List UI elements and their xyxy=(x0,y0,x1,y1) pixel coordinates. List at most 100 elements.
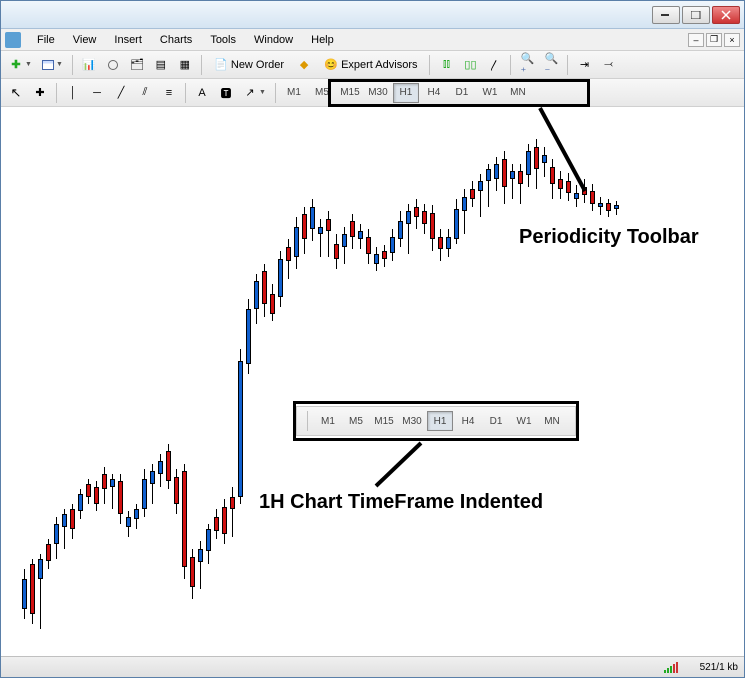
expert-advisors-button[interactable]: 😊Expert Advisors xyxy=(317,54,424,76)
cursor-button[interactable]: ↖ xyxy=(5,82,27,104)
shift-icon: ⤙ xyxy=(601,58,615,72)
vertical-line-button[interactable]: │ xyxy=(62,82,84,104)
timeframe-w1[interactable]: W1 xyxy=(477,83,503,103)
candle xyxy=(134,504,139,529)
menu-help[interactable]: Help xyxy=(303,32,342,48)
candle xyxy=(326,211,331,257)
copy-timeframe-mn: MN xyxy=(539,411,565,431)
order-icon: 📄 xyxy=(214,58,228,72)
candle xyxy=(390,229,395,261)
text-button[interactable]: A xyxy=(191,82,213,104)
mdi-restore-button[interactable]: ❐ xyxy=(706,33,722,47)
candle xyxy=(430,205,435,251)
separator xyxy=(185,83,186,103)
tester-icon: ▦ xyxy=(178,58,192,72)
timeframe-m5[interactable]: M5 xyxy=(309,83,335,103)
candle xyxy=(558,171,563,199)
copy-timeframe-w1: W1 xyxy=(511,411,537,431)
minimize-button[interactable] xyxy=(652,6,680,24)
timeframe-m15[interactable]: M15 xyxy=(337,83,363,103)
candle xyxy=(294,217,299,269)
separator xyxy=(275,83,276,103)
menu-insert[interactable]: Insert xyxy=(106,32,150,48)
copy-timeframe-h1: H1 xyxy=(427,411,453,431)
candle xyxy=(118,474,123,524)
timeframe-h1[interactable]: H1 xyxy=(393,83,419,103)
menu-charts[interactable]: Charts xyxy=(152,32,200,48)
line-icon: 〳 xyxy=(487,58,501,72)
menu-view[interactable]: View xyxy=(65,32,105,48)
navigator-button[interactable]: 🗂 xyxy=(126,54,148,76)
vline-icon: │ xyxy=(66,86,80,100)
candle xyxy=(30,559,35,624)
expert-advisors-label: Expert Advisors xyxy=(341,59,417,71)
candle xyxy=(102,467,107,504)
market-watch-icon: 📊 xyxy=(82,58,96,72)
chart-area[interactable] xyxy=(2,109,743,655)
market-watch-button[interactable]: 📊 xyxy=(78,54,100,76)
timeframe-h4[interactable]: H4 xyxy=(421,83,447,103)
titlebar xyxy=(1,1,744,29)
candle xyxy=(598,197,603,215)
trendline-button[interactable]: ╱ xyxy=(110,82,132,104)
autoscroll-button[interactable]: ⇥ xyxy=(573,54,595,76)
candle xyxy=(174,469,179,514)
separator xyxy=(429,55,430,75)
status-kb: 521/1 kb xyxy=(700,662,738,673)
candle xyxy=(198,541,203,589)
timeframe-mn[interactable]: MN xyxy=(505,83,531,103)
menu-file[interactable]: File xyxy=(29,32,63,48)
crosshair-button[interactable]: ✚ xyxy=(29,82,51,104)
mdi-close-button[interactable]: × xyxy=(724,33,740,47)
candle xyxy=(150,464,155,504)
chart-shift-button[interactable]: ⤙ xyxy=(597,54,619,76)
channel-button[interactable]: ⫽ xyxy=(134,82,156,104)
candle xyxy=(158,454,163,487)
close-button[interactable] xyxy=(712,6,740,24)
new-chart-button[interactable]: ✚▼ xyxy=(5,54,36,76)
candle xyxy=(78,489,83,519)
candle xyxy=(414,199,419,229)
zoom-out-button[interactable]: 🔍⁻ xyxy=(540,54,562,76)
candle xyxy=(614,201,619,215)
maximize-button[interactable] xyxy=(682,6,710,24)
candle xyxy=(462,189,467,234)
candle xyxy=(270,284,275,321)
candle xyxy=(230,487,235,537)
candlestick-button[interactable]: ▯▯ xyxy=(459,54,481,76)
zoom-in-button[interactable]: 🔍⁺ xyxy=(516,54,538,76)
data-window-button[interactable] xyxy=(102,54,124,76)
candle xyxy=(350,214,355,249)
timeframe-m30[interactable]: M30 xyxy=(365,83,391,103)
horizontal-line-button[interactable]: ─ xyxy=(86,82,108,104)
candle xyxy=(566,173,571,201)
menu-window[interactable]: Window xyxy=(246,32,301,48)
menu-tools[interactable]: Tools xyxy=(202,32,244,48)
separator xyxy=(510,55,511,75)
candle xyxy=(358,224,363,249)
text-label-button[interactable]: 🆃 xyxy=(215,82,237,104)
candle xyxy=(342,227,347,264)
timeframe-m1[interactable]: M1 xyxy=(281,83,307,103)
timeframe-d1[interactable]: D1 xyxy=(449,83,475,103)
candle xyxy=(478,174,483,217)
fibonacci-button[interactable]: ≡ xyxy=(158,82,180,104)
strategy-tester-button[interactable]: ▦ xyxy=(174,54,196,76)
profiles-button[interactable]: ▼ xyxy=(38,54,67,76)
candle xyxy=(334,234,339,269)
plus-icon: ✚ xyxy=(9,58,23,72)
candle xyxy=(38,554,43,629)
new-order-button[interactable]: 📄New Order xyxy=(207,54,291,76)
mdi-minimize-button[interactable]: – xyxy=(688,33,704,47)
metaquotes-button[interactable]: ◆ xyxy=(293,54,315,76)
candle xyxy=(366,229,371,264)
app-icon xyxy=(5,32,21,48)
candle xyxy=(86,479,91,504)
candle xyxy=(110,474,115,509)
bar-chart-button[interactable]: ⫾⫾ xyxy=(435,54,457,76)
arrows-button[interactable]: ↗▼ xyxy=(239,82,270,104)
terminal-button[interactable]: ▤ xyxy=(150,54,172,76)
copy-timeframe-m15: M15 xyxy=(371,411,397,431)
ea-icon: 😊 xyxy=(324,58,338,72)
line-chart-button[interactable]: 〳 xyxy=(483,54,505,76)
